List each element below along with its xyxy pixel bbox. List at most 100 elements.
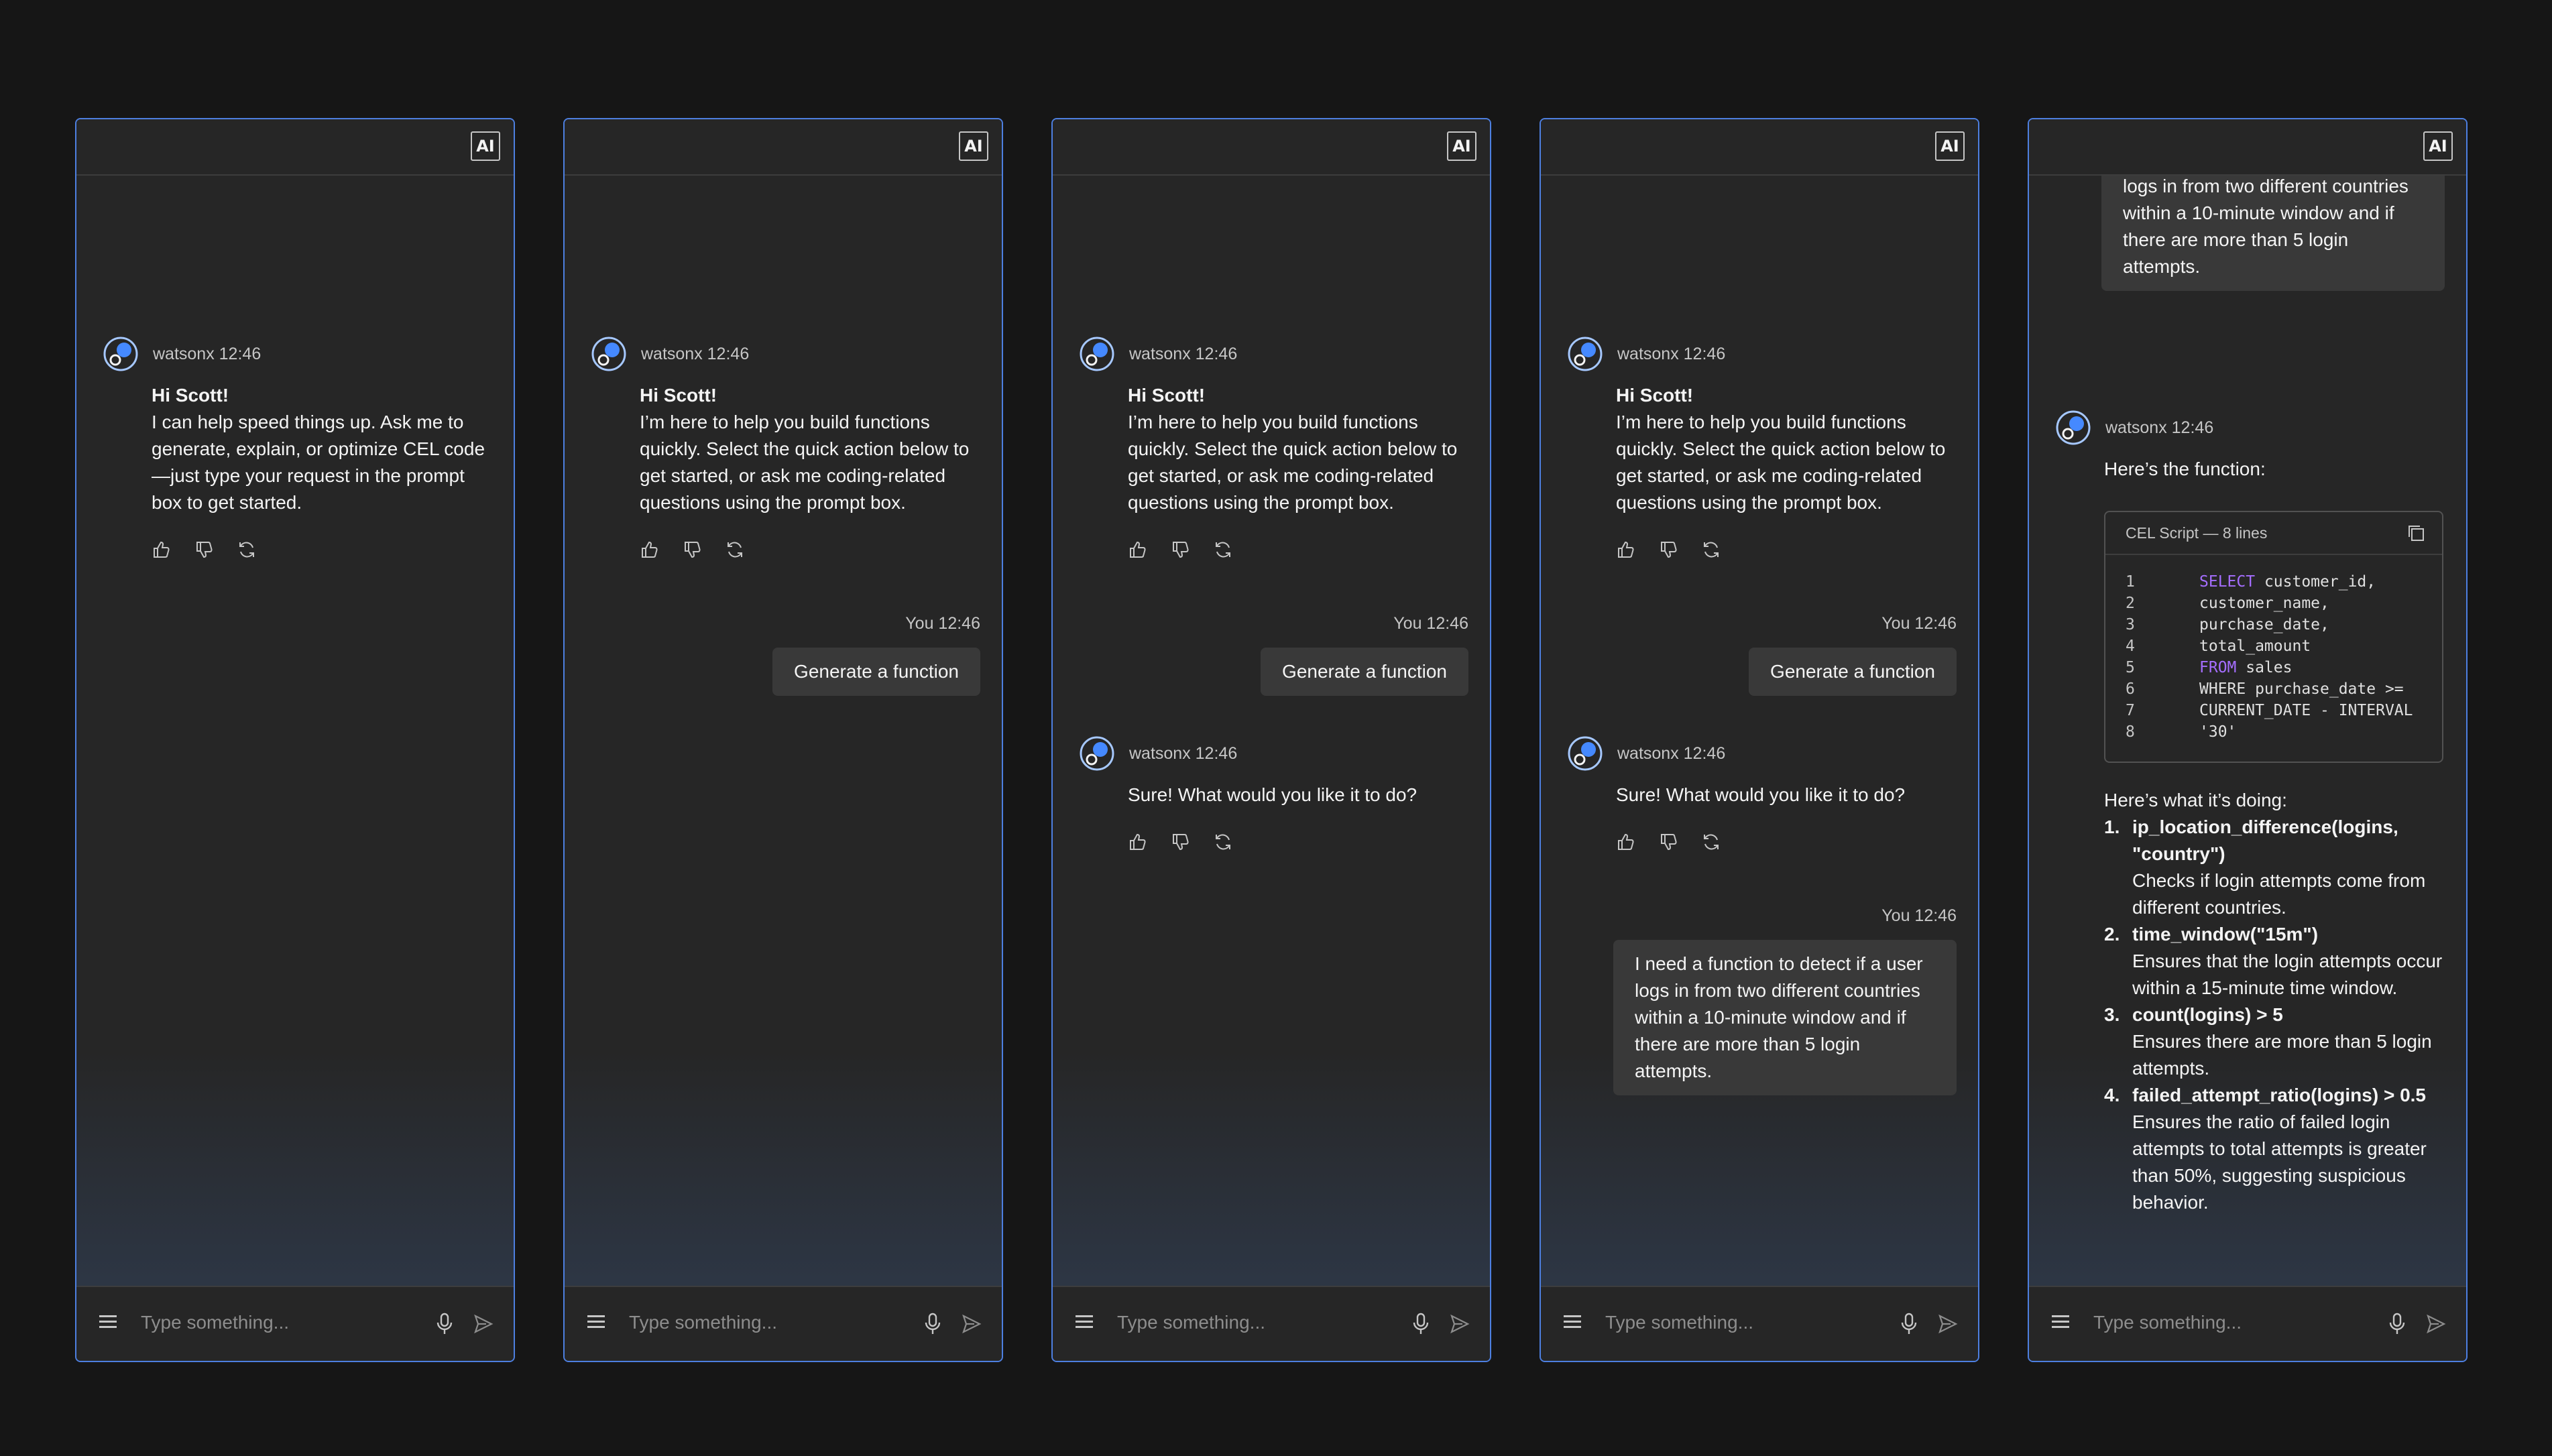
code-snippet-header: CEL Script — 8 lines bbox=[2105, 512, 2442, 555]
code-line: 8 '30' bbox=[2126, 721, 2413, 743]
thumbs-up-icon[interactable] bbox=[638, 539, 660, 560]
greeting: Hi Scott! bbox=[152, 385, 229, 406]
menu-icon[interactable] bbox=[99, 1315, 117, 1331]
intro-text: I’m here to help you build functions qui… bbox=[640, 412, 970, 513]
menu-icon[interactable] bbox=[1076, 1315, 1093, 1331]
list-item: 4. failed_attempt_ratio(logins) > 0.5 Ens… bbox=[2104, 1082, 2443, 1216]
ai-badge[interactable]: AI bbox=[959, 131, 988, 161]
bot-message-header: watsonx 12:46 bbox=[1566, 735, 1725, 772]
list-item: 3. count(logins) > 5 Ensures there are mo… bbox=[2104, 1002, 2443, 1082]
feedback-row bbox=[150, 539, 257, 560]
chat-body: watsonx 12:46 Hi Scott! I’m here to help… bbox=[1053, 176, 1490, 1286]
code-lines: 1 SELECT customer_id, 2 customer_name, 3 pu… bbox=[2126, 571, 2413, 743]
code-line: 3 purchase_date, bbox=[2126, 614, 2413, 635]
chat-panel-2: AI watsonx 12:46 Hi Scott! I’m here to h… bbox=[563, 118, 1003, 1362]
send-icon[interactable] bbox=[473, 1314, 494, 1334]
list-item: 2. time_window("15m") Ensures that the lo… bbox=[2104, 921, 2443, 1002]
prompt-input[interactable]: Type something... bbox=[629, 1312, 777, 1333]
prompt-input[interactable]: Type something... bbox=[1605, 1312, 1753, 1333]
prompt-input[interactable]: Type something... bbox=[141, 1312, 289, 1333]
send-icon[interactable] bbox=[1938, 1314, 1958, 1334]
bot-message-header: watsonx 12:46 bbox=[1078, 735, 1237, 772]
panel-header: AI bbox=[565, 119, 1002, 176]
step-title: time_window("15m") bbox=[2132, 924, 2319, 945]
prompt-bar: Type something... bbox=[2029, 1286, 2466, 1361]
thumbs-down-icon[interactable] bbox=[1169, 831, 1191, 853]
user-meta: You 12:46 bbox=[1881, 906, 1957, 925]
code-text: '30' bbox=[2199, 723, 2237, 741]
thumbs-down-icon[interactable] bbox=[1169, 539, 1191, 560]
greeting: Hi Scott! bbox=[1616, 385, 1694, 406]
code-line: 1 SELECT customer_id, bbox=[2126, 571, 2413, 593]
prompt-bar: Type something... bbox=[76, 1286, 514, 1361]
regenerate-icon[interactable] bbox=[236, 539, 257, 560]
code-text: customer_name, bbox=[2199, 595, 2329, 612]
greeting: Hi Scott! bbox=[640, 385, 717, 406]
regenerate-icon[interactable] bbox=[1212, 831, 1234, 853]
code-text: sales bbox=[2236, 659, 2293, 676]
code-snippet: CEL Script — 8 lines 1 SELECT customer_id… bbox=[2104, 511, 2443, 763]
step-description: Checks if login attempts come from diffe… bbox=[2132, 870, 2426, 918]
step-description: Ensures there are more than 5 login atte… bbox=[2132, 1031, 2432, 1079]
thumbs-up-icon[interactable] bbox=[150, 539, 172, 560]
line-number: 1 bbox=[2126, 573, 2135, 591]
user-message-bubble: I need a function to detect if a user lo… bbox=[2101, 176, 2445, 291]
panel-header: AI bbox=[2029, 119, 2466, 176]
chat-panel-3: AI watsonx 12:46 Hi Scott! I’m here to h… bbox=[1051, 118, 1491, 1362]
code-line: 4 total_amount bbox=[2126, 635, 2413, 657]
ai-badge[interactable]: AI bbox=[2423, 131, 2453, 161]
bot-meta: watsonx 12:46 bbox=[1617, 743, 1726, 763]
ai-badge[interactable]: AI bbox=[1935, 131, 1965, 161]
microphone-icon[interactable] bbox=[1900, 1313, 1918, 1335]
bot-message-header: watsonx 12:46 bbox=[102, 335, 261, 373]
bot-reply-text: Sure! What would you like it to do? bbox=[1616, 784, 1906, 805]
regenerate-icon[interactable] bbox=[1700, 831, 1722, 853]
intro-text: I’m here to help you build functions qui… bbox=[1616, 412, 1946, 513]
thumbs-up-icon[interactable] bbox=[1126, 831, 1148, 853]
code-text: customer_id, bbox=[2255, 573, 2376, 591]
menu-icon[interactable] bbox=[1564, 1315, 1581, 1331]
line-number: 2 bbox=[2126, 595, 2135, 612]
copy-icon[interactable] bbox=[2406, 523, 2426, 543]
thumbs-down-icon[interactable] bbox=[1658, 539, 1679, 560]
prompt-input[interactable]: Type something... bbox=[1117, 1312, 1265, 1333]
thumbs-up-icon[interactable] bbox=[1615, 539, 1636, 560]
code-title: CEL Script — 8 lines bbox=[2126, 524, 2268, 542]
code-text: WHERE purchase_date >= bbox=[2199, 680, 2404, 698]
chat-body: watsonx 12:46 Hi Scott! I can help speed… bbox=[76, 176, 514, 1286]
watsonx-avatar-icon bbox=[103, 337, 138, 371]
bot-message-header: watsonx 12:46 bbox=[1078, 335, 1237, 373]
menu-icon[interactable] bbox=[587, 1315, 605, 1331]
send-icon[interactable] bbox=[962, 1314, 982, 1334]
code-keyword: SELECT bbox=[2199, 573, 2256, 591]
thumbs-down-icon[interactable] bbox=[1658, 831, 1679, 853]
line-number: 4 bbox=[2126, 638, 2135, 655]
step-title: ip_location_difference(logins, "country"… bbox=[2132, 816, 2398, 864]
prompt-input[interactable]: Type something... bbox=[2093, 1312, 2242, 1333]
microphone-icon[interactable] bbox=[924, 1313, 941, 1335]
regenerate-icon[interactable] bbox=[1700, 539, 1722, 560]
prompt-bar: Type something... bbox=[565, 1286, 1002, 1361]
quick-action-button[interactable]: Generate a function bbox=[1749, 648, 1957, 696]
thumbs-down-icon[interactable] bbox=[681, 539, 703, 560]
thumbs-up-icon[interactable] bbox=[1126, 539, 1148, 560]
intro-text: I can help speed things up. Ask me to ge… bbox=[152, 412, 485, 513]
microphone-icon[interactable] bbox=[1412, 1313, 1430, 1335]
microphone-icon[interactable] bbox=[436, 1313, 453, 1335]
line-number: 5 bbox=[2126, 659, 2135, 676]
regenerate-icon[interactable] bbox=[1212, 539, 1234, 560]
ai-badge[interactable]: AI bbox=[471, 131, 500, 161]
bot-meta: watsonx 12:46 bbox=[153, 344, 262, 363]
thumbs-down-icon[interactable] bbox=[193, 539, 215, 560]
menu-icon[interactable] bbox=[2052, 1315, 2069, 1331]
microphone-icon[interactable] bbox=[2388, 1313, 2406, 1335]
explanation-list: 1. ip_location_difference(logins, "count… bbox=[2104, 814, 2443, 1216]
thumbs-up-icon[interactable] bbox=[1615, 831, 1636, 853]
ai-badge[interactable]: AI bbox=[1447, 131, 1476, 161]
send-icon[interactable] bbox=[2426, 1314, 2446, 1334]
send-icon[interactable] bbox=[1450, 1314, 1470, 1334]
regenerate-icon[interactable] bbox=[724, 539, 746, 560]
quick-action-button[interactable]: Generate a function bbox=[1261, 648, 1468, 696]
quick-action-button[interactable]: Generate a function bbox=[772, 648, 980, 696]
code-line: 6 WHERE purchase_date >= bbox=[2126, 678, 2413, 700]
